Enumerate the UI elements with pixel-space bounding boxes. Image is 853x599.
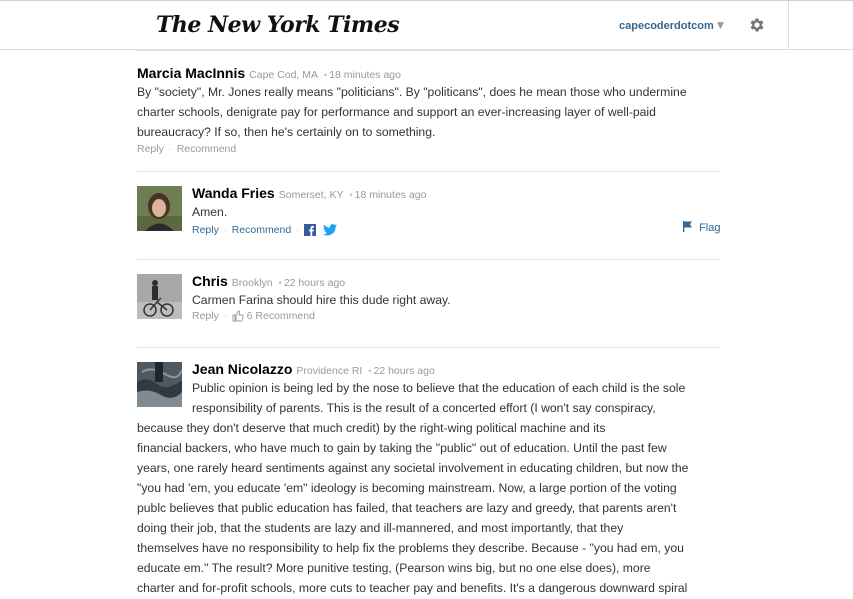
top-bar: The New York Times capecoderdotcom ▼ [0, 0, 853, 50]
comment-line: Public opinion is being led by the nose … [192, 381, 686, 395]
recommend-count: 6 [246, 310, 253, 322]
comment-line: charter and for-profit schools, more cut… [137, 581, 688, 595]
commenter-name[interactable]: Chris [192, 273, 228, 289]
thumbs-up-icon[interactable] [232, 310, 244, 322]
comment-time[interactable]: 18 minutes ago [329, 69, 401, 81]
recommend-link[interactable]: Recommend [255, 310, 315, 322]
comment-time[interactable]: 22 hours ago [373, 365, 434, 377]
comment-marcia: Marcia MacInnis Cape Cod, MA • 18 minutes a… [137, 64, 720, 155]
avatar[interactable] [137, 186, 182, 231]
avatar[interactable] [137, 362, 182, 407]
header-divider [788, 1, 789, 50]
comment-line: financial backers, who have much to gain… [137, 441, 667, 455]
comment-time[interactable]: 22 hours ago [284, 277, 345, 289]
divider [137, 171, 720, 172]
comment-line: themselves have no responsibility to hel… [137, 541, 684, 555]
commenter-location: Cape Cod, MA [249, 69, 319, 81]
comment-time[interactable]: 18 minutes ago [355, 189, 427, 201]
gear-icon[interactable] [748, 16, 766, 34]
commenter-name[interactable]: Wanda Fries [192, 185, 275, 201]
commenter-name[interactable]: Marcia MacInnis [137, 65, 245, 81]
commenter-location: Somerset, KY [278, 189, 344, 201]
recommend-link[interactable]: Recommend [232, 224, 292, 236]
divider [137, 50, 719, 51]
facebook-icon[interactable] [304, 224, 317, 237]
reply-link[interactable]: Reply [192, 310, 219, 322]
username-menu[interactable]: capecoderdotcom [619, 20, 714, 32]
chevron-down-icon[interactable]: ▼ [717, 21, 724, 31]
divider [137, 347, 720, 348]
comment-text: Carmen Farina should hire this dude righ… [192, 293, 451, 307]
comment-jean-header: Jean Nicolazzo Providence RI • 22 hours ago [192, 361, 435, 377]
comment-line: publc believes that public education has… [137, 501, 677, 515]
comment-line: years, one rarely heard sentiments again… [137, 461, 689, 475]
comment-line: educate em." The result? More punitive t… [137, 561, 651, 575]
divider [137, 259, 720, 260]
reply-link[interactable]: Reply [192, 224, 219, 236]
commenter-location: Brooklyn [231, 277, 273, 289]
comment-line: responsibility of parents. This is the r… [192, 401, 656, 415]
avatar[interactable] [137, 274, 182, 319]
reply-link[interactable]: Reply [137, 143, 164, 155]
comment-wanda: Wanda Fries Somerset, KY • 18 minutes ago A… [192, 184, 720, 237]
comment-line: "you had 'em, you educate 'em" ideology … [137, 481, 677, 495]
flag-icon [683, 221, 692, 232]
comment-line: doing their job, that the students are l… [137, 521, 624, 535]
flag-button[interactable]: Flag [682, 221, 720, 234]
commenter-location: Providence RI [296, 365, 363, 377]
comment-text: Amen. [192, 205, 228, 219]
comment-chris: Chris Brooklyn • 22 hours ago Carmen Farina… [192, 272, 720, 322]
comment-line: because they don't deserve that much cre… [137, 421, 606, 435]
flag-label: Flag [699, 222, 721, 234]
recommend-link[interactable]: Recommend [177, 143, 237, 155]
nyt-logo[interactable]: The New York Times [156, 12, 400, 38]
twitter-icon[interactable] [323, 224, 337, 236]
commenter-name[interactable]: Jean Nicolazzo [192, 361, 292, 377]
comment-text: By "society", Mr. Jones really means "po… [137, 85, 687, 139]
